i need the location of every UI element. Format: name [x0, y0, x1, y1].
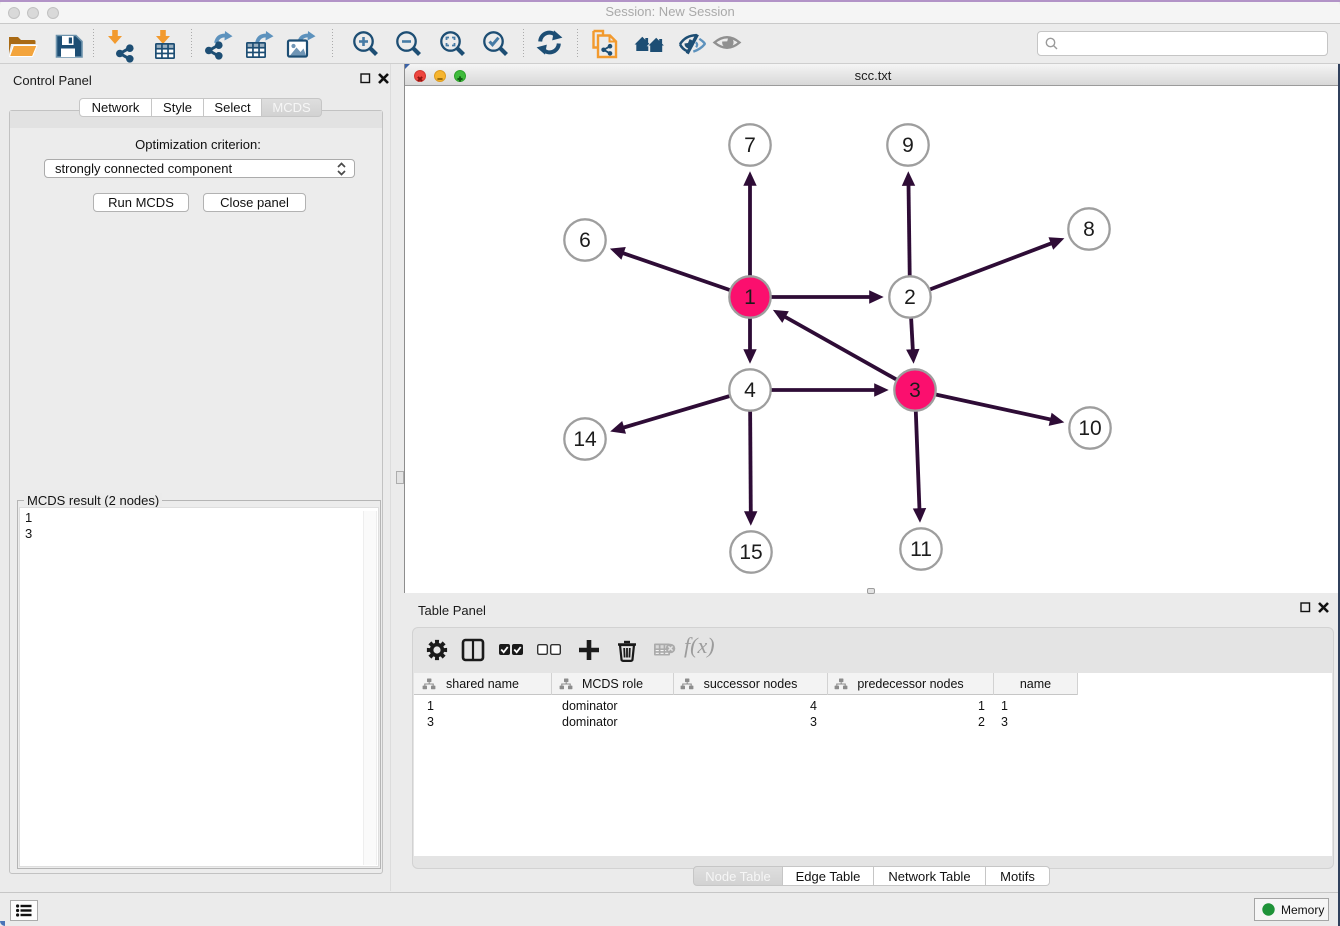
svg-text:3: 3	[909, 379, 921, 402]
svg-text:8: 8	[1083, 218, 1095, 241]
svg-text:1: 1	[744, 286, 756, 309]
svg-text:14: 14	[573, 428, 597, 451]
svg-text:2: 2	[904, 286, 916, 309]
svg-text:9: 9	[902, 134, 914, 157]
svg-text:7: 7	[744, 134, 756, 157]
svg-text:10: 10	[1078, 417, 1101, 440]
svg-text:4: 4	[744, 379, 756, 402]
svg-text:6: 6	[579, 229, 591, 252]
svg-text:15: 15	[739, 541, 762, 564]
svg-text:11: 11	[910, 538, 932, 561]
